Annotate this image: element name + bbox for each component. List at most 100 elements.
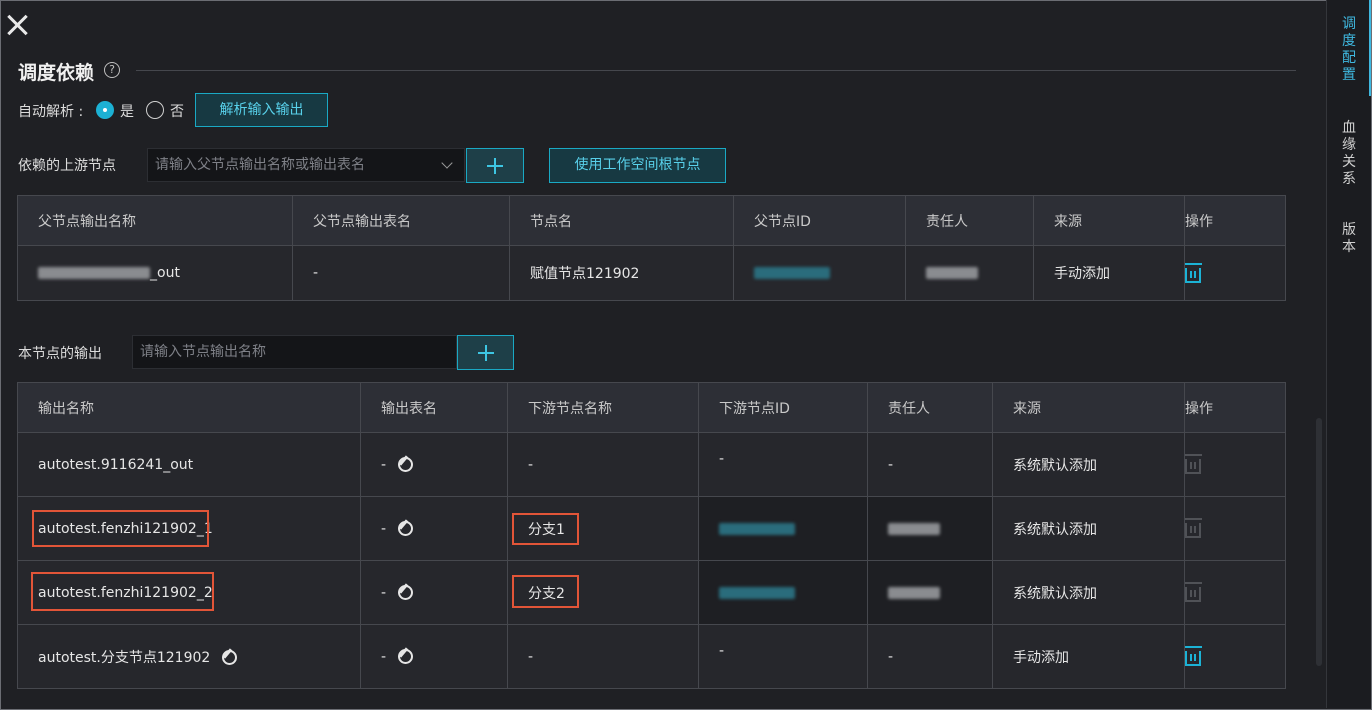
redacted-id bbox=[754, 267, 830, 279]
column-header: 父节点输出表名 bbox=[292, 195, 510, 246]
divider bbox=[136, 70, 1296, 71]
column-header: 父节点ID bbox=[733, 195, 906, 246]
parent-output-suffix: _out bbox=[150, 265, 180, 281]
output-table-cell: - bbox=[360, 624, 508, 689]
owner-cell: - bbox=[867, 432, 993, 497]
source-cell: 手动添加 bbox=[1033, 245, 1185, 301]
radio-yes-label: 是 bbox=[120, 104, 134, 120]
downstream-id-cell bbox=[698, 496, 868, 561]
upstream-select[interactable]: 请输入父节点输出名称或输出表名 bbox=[147, 148, 465, 182]
add-upstream-button[interactable] bbox=[466, 148, 524, 183]
table-header-row: 父节点输出名称 父节点输出表名 节点名 父节点ID 责任人 来源 操作 bbox=[17, 195, 1286, 246]
section-title: 调度依赖 bbox=[18, 62, 95, 84]
add-output-button[interactable] bbox=[457, 335, 514, 370]
highlight-box bbox=[32, 510, 209, 547]
downstream-id-cell: - bbox=[698, 432, 868, 497]
output-table-cell: - bbox=[360, 496, 508, 561]
highlight-box bbox=[31, 572, 214, 611]
output-input-placeholder: 请输入节点输出名称 bbox=[140, 344, 266, 360]
table-row: _out - 赋值节点121902 手动添加 bbox=[17, 245, 1286, 301]
edit-icon[interactable] bbox=[222, 650, 238, 665]
parent-table-cell: - bbox=[292, 245, 510, 301]
source-cell: 手动添加 bbox=[992, 624, 1185, 689]
column-header: 操作 bbox=[1184, 382, 1286, 433]
column-header: 下游节点ID bbox=[698, 382, 868, 433]
action-cell bbox=[1184, 560, 1286, 625]
edit-icon[interactable] bbox=[398, 585, 414, 600]
radio-no[interactable] bbox=[146, 101, 164, 119]
output-name-cell: autotest.分支节点121902 bbox=[17, 624, 361, 689]
table-row: autotest.分支节点121902 - - - - 手动添加 bbox=[17, 624, 1286, 689]
downstream-name-cell: - bbox=[507, 432, 699, 497]
output-name-text: autotest.分支节点121902 bbox=[38, 649, 211, 666]
parse-io-button[interactable]: 解析输入输出 bbox=[195, 93, 328, 127]
output-input[interactable]: 请输入节点输出名称 bbox=[132, 335, 457, 369]
source-cell: 系统默认添加 bbox=[992, 432, 1185, 497]
source-cell: 系统默认添加 bbox=[992, 496, 1185, 561]
action-cell bbox=[1184, 245, 1286, 301]
help-icon[interactable]: ? bbox=[104, 62, 120, 78]
edit-icon[interactable] bbox=[398, 649, 414, 664]
column-header: 责任人 bbox=[905, 195, 1034, 246]
upstream-table: 父节点输出名称 父节点输出表名 节点名 父节点ID 责任人 来源 操作 _out… bbox=[17, 195, 1286, 301]
close-icon[interactable] bbox=[6, 14, 28, 36]
delete-icon bbox=[1185, 582, 1202, 602]
output-table-value: - bbox=[381, 584, 387, 601]
highlight-box bbox=[512, 513, 579, 545]
upstream-label: 依赖的上游节点 bbox=[18, 158, 116, 174]
redacted-id bbox=[719, 586, 795, 599]
scrollbar[interactable] bbox=[1316, 418, 1322, 666]
table-header-row: 输出名称 输出表名 下游节点名称 下游节点ID 责任人 来源 操作 bbox=[17, 382, 1286, 433]
output-table-cell: - bbox=[360, 560, 508, 625]
parent-id-cell bbox=[733, 245, 906, 301]
use-root-node-button[interactable]: 使用工作空间根节点 bbox=[549, 148, 726, 183]
output-table-value: - bbox=[381, 456, 387, 473]
right-sidebar: 调度配置 血缘关系 版本 bbox=[1326, 0, 1371, 708]
column-header: 节点名 bbox=[509, 195, 734, 246]
column-header: 输出名称 bbox=[17, 382, 361, 433]
delete-icon[interactable] bbox=[1185, 262, 1202, 283]
redacted-owner bbox=[888, 586, 940, 599]
output-name-cell: autotest.9116241_out bbox=[17, 432, 361, 497]
tab-schedule-config[interactable]: 调度配置 bbox=[1341, 16, 1357, 84]
owner-cell: - bbox=[867, 624, 993, 689]
redacted-owner bbox=[888, 522, 940, 535]
radio-yes[interactable] bbox=[96, 101, 114, 119]
downstream-id-cell bbox=[698, 560, 868, 625]
output-table-value: - bbox=[381, 648, 387, 665]
tab-version[interactable]: 版本 bbox=[1341, 222, 1357, 256]
column-header: 来源 bbox=[1033, 195, 1185, 246]
column-header: 父节点输出名称 bbox=[17, 195, 293, 246]
highlight-box bbox=[512, 575, 579, 608]
column-header: 下游节点名称 bbox=[507, 382, 699, 433]
output-table-cell: - bbox=[360, 432, 508, 497]
delete-icon[interactable] bbox=[1185, 646, 1202, 666]
column-header: 来源 bbox=[992, 382, 1185, 433]
owner-cell bbox=[867, 496, 993, 561]
output-table-value: - bbox=[381, 520, 387, 537]
tab-lineage[interactable]: 血缘关系 bbox=[1341, 120, 1357, 188]
delete-icon bbox=[1185, 518, 1202, 538]
node-name-cell: 赋值节点121902 bbox=[509, 245, 734, 301]
table-row: autotest.9116241_out - - - - 系统默认添加 bbox=[17, 432, 1286, 497]
active-tab-indicator bbox=[1369, 0, 1371, 96]
owner-cell bbox=[867, 560, 993, 625]
downstream-id-cell: - bbox=[698, 624, 868, 689]
delete-icon bbox=[1185, 454, 1202, 474]
chevron-down-icon bbox=[441, 157, 453, 169]
downstream-name-cell: - bbox=[507, 624, 699, 689]
column-header: 输出表名 bbox=[360, 382, 508, 433]
redacted-id bbox=[719, 522, 795, 535]
column-header: 责任人 bbox=[867, 382, 993, 433]
action-cell bbox=[1184, 624, 1286, 689]
source-cell: 系统默认添加 bbox=[992, 560, 1185, 625]
action-cell bbox=[1184, 432, 1286, 497]
redacted-owner bbox=[926, 267, 978, 279]
auto-parse-label: 自动解析 : bbox=[18, 104, 84, 120]
outputs-label: 本节点的输出 bbox=[18, 346, 102, 362]
radio-no-label: 否 bbox=[170, 104, 184, 120]
edit-icon[interactable] bbox=[398, 457, 414, 472]
edit-icon[interactable] bbox=[398, 521, 414, 536]
upstream-select-placeholder: 请输入父节点输出名称或输出表名 bbox=[155, 157, 365, 173]
action-cell bbox=[1184, 496, 1286, 561]
